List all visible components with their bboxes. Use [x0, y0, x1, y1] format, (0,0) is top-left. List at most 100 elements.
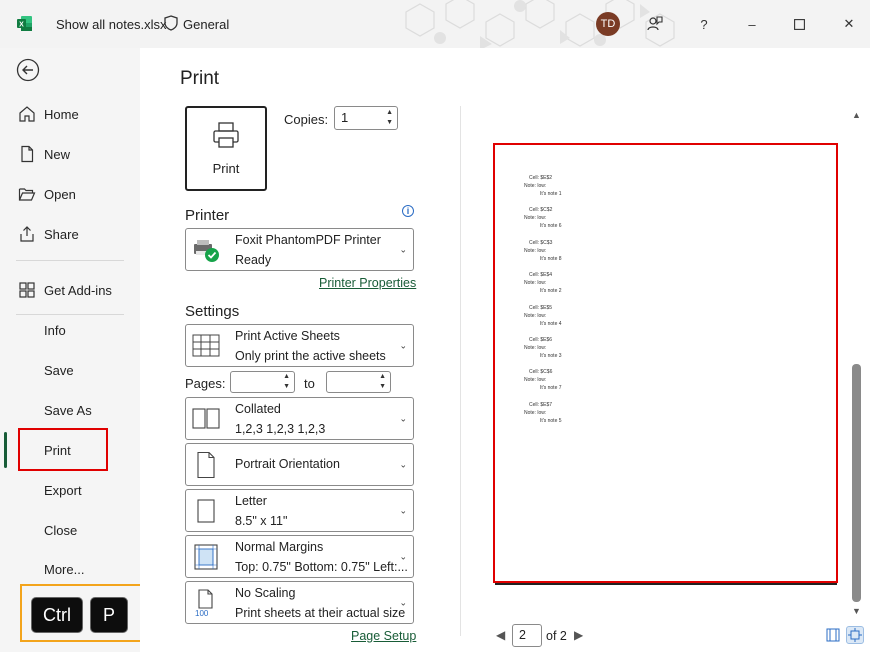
scroll-up-icon[interactable]: ▲	[852, 110, 861, 120]
paper-size-dropdown[interactable]: Letter 8.5" x 11" ⌄	[185, 489, 414, 532]
note-text: It's note 4	[540, 320, 562, 327]
printer-dropdown[interactable]: Foxit PhantomPDF Printer Ready ⌄	[185, 228, 414, 271]
scaling-dropdown[interactable]: 100 No Scaling Print sheets at their act…	[185, 581, 414, 624]
maximize-button[interactable]	[787, 12, 811, 36]
close-window-button[interactable]: ✕	[837, 12, 861, 36]
setting-line1: No Scaling	[235, 586, 296, 600]
setting-line2: Top: 0.75" Bottom: 0.75" Left:...	[235, 560, 408, 574]
previous-page-icon[interactable]: ◀	[496, 628, 505, 642]
nav-label: Share	[44, 226, 79, 242]
show-margins-button[interactable]	[824, 626, 842, 644]
chevron-up-icon[interactable]: ▲	[379, 373, 386, 380]
note-note: Note: low:	[524, 312, 547, 319]
note-cell: Cell: $C$2	[529, 207, 553, 214]
key-ctrl: Ctrl	[31, 597, 83, 633]
chevron-down-icon: ⌄	[399, 505, 407, 515]
add-ins-icon	[19, 282, 35, 298]
collation-dropdown[interactable]: Collated 1,2,3 1,2,3 1,2,3 ⌄	[185, 397, 414, 440]
home-icon	[19, 106, 35, 122]
nav-item-export[interactable]: Export	[0, 472, 140, 508]
help-button[interactable]: ?	[692, 12, 716, 36]
coauthor-button[interactable]	[643, 12, 667, 36]
nav-item-save-as[interactable]: Save As	[0, 392, 140, 428]
scaling-badge: 100	[195, 609, 209, 617]
minimize-button[interactable]: –	[740, 12, 764, 36]
setting-line1: Collated	[235, 402, 281, 416]
print-what-dropdown[interactable]: Print Active Sheets Only print the activ…	[185, 324, 414, 367]
current-page-input[interactable]: 2	[512, 624, 542, 647]
new-document-icon	[21, 145, 34, 163]
chevron-up-icon[interactable]: ▲	[283, 373, 290, 380]
page-title: Print	[180, 68, 220, 89]
page-navigator: ◀ 2 of 2 ▶	[492, 624, 692, 648]
printer-section-title: Printer	[185, 207, 230, 224]
print-button[interactable]: Print	[185, 106, 267, 191]
back-arrow-icon[interactable]	[16, 58, 40, 82]
note-text: It's note 7	[540, 385, 562, 392]
nav-item-save[interactable]: Save	[0, 352, 140, 388]
note-note: Note: low:	[524, 409, 547, 416]
nav-item-share[interactable]: Share	[0, 216, 140, 252]
key-p: P	[90, 597, 128, 633]
zoom-to-page-icon	[848, 628, 862, 642]
file-name[interactable]: Show all notes.xlsx	[56, 17, 167, 32]
chevron-up-icon[interactable]: ▲	[386, 109, 393, 116]
pages-from-input[interactable]: ▲ ▼	[230, 371, 295, 393]
chevron-down-icon[interactable]: ▼	[379, 383, 386, 390]
maximize-icon	[793, 18, 805, 30]
nav-item-home[interactable]: Home	[0, 96, 140, 132]
printer-ready-icon	[194, 239, 219, 262]
note-cell: Cell: $E$7	[529, 401, 553, 408]
paper-size-icon	[197, 498, 215, 523]
note-cell: Cell: $E$6	[529, 337, 553, 343]
pages-to-input[interactable]: ▲ ▼	[326, 371, 391, 393]
settings-section-title: Settings	[185, 303, 240, 320]
note-cell: Cell: $E$5	[529, 304, 553, 311]
note-note: Note: low:	[524, 215, 547, 222]
setting-line1: Print Active Sheets	[235, 329, 340, 343]
background-pattern	[405, 0, 675, 48]
chevron-down-icon[interactable]: ▼	[386, 119, 393, 126]
chevron-down-icon: ⌄	[399, 340, 407, 350]
chevron-down-icon[interactable]: ▼	[283, 383, 290, 390]
nav-item-open[interactable]: Open	[0, 176, 140, 212]
shield-icon[interactable]	[164, 15, 178, 31]
avatar[interactable]: TD	[596, 12, 620, 36]
nav-label: Home	[44, 106, 79, 122]
pane-divider	[460, 106, 461, 636]
orientation-dropdown[interactable]: Portrait Orientation ⌄	[185, 443, 414, 486]
scroll-down-icon[interactable]: ▼	[852, 606, 861, 616]
zoom-to-page-button[interactable]	[846, 626, 864, 644]
chevron-down-icon: ⌄	[399, 551, 407, 561]
nav-label: New	[44, 146, 71, 162]
nav-label: Open	[44, 186, 76, 202]
excel-icon: X	[17, 16, 32, 31]
copies-value: 1	[341, 110, 349, 125]
preview-scrollbar[interactable]: ▲ ▼	[849, 106, 865, 621]
nav-item-more[interactable]: More...	[0, 551, 140, 587]
preview-page: Cell: $E$2 Note: low: It's note 1 Cell: $C$…	[493, 143, 838, 583]
nav-item-get-add-ins[interactable]: Get Add-ins	[0, 272, 140, 308]
nav-item-new[interactable]: New	[0, 136, 140, 172]
nav-label: More...	[44, 561, 85, 577]
note-cell: Cell: $C$3	[529, 239, 553, 246]
share-icon	[20, 226, 34, 242]
scaling-page-icon: 100	[195, 588, 213, 617]
person-feedback-icon	[647, 16, 663, 31]
copies-stepper[interactable]: 1 ▲ ▼	[334, 106, 398, 130]
info-icon[interactable]: i	[402, 205, 414, 217]
note-cell: Cell: $E$4	[529, 272, 553, 279]
scrollbar-thumb[interactable]	[852, 364, 861, 602]
note-note: Note: low:	[524, 183, 547, 189]
nav-item-info[interactable]: Info	[0, 312, 140, 348]
title-bar: X Show all notes.xlsx General TD ? – ✕	[0, 0, 870, 48]
printer-icon	[213, 122, 239, 148]
page-setup-link[interactable]: Page Setup	[351, 629, 416, 643]
nav-item-close[interactable]: Close	[0, 512, 140, 548]
sensitivity-label[interactable]: General	[183, 17, 229, 32]
printer-properties-link[interactable]: Printer Properties	[319, 276, 416, 290]
nav-label: Save	[44, 362, 74, 378]
setting-line1: Letter	[235, 494, 267, 508]
margins-dropdown[interactable]: Normal Margins Top: 0.75" Bottom: 0.75" …	[185, 535, 414, 578]
next-page-icon[interactable]: ▶	[574, 628, 583, 642]
